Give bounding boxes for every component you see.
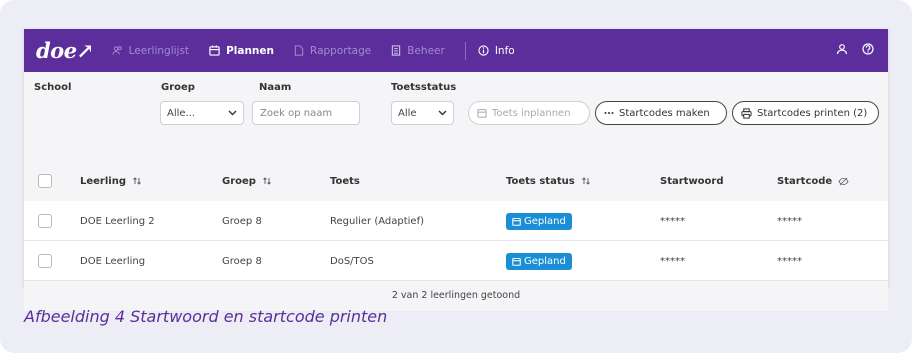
- status-badge: Gepland: [506, 252, 572, 270]
- calendar-icon: [209, 45, 220, 56]
- calendar-icon: [512, 217, 521, 226]
- status-badge: Gepland: [506, 212, 572, 230]
- printer-icon: [741, 107, 752, 119]
- naam-label: Naam: [259, 82, 292, 93]
- app-window: doe↗ Leerlinglijst Plannen Rapportage Be…: [24, 29, 888, 311]
- cell-status: Gepland: [506, 241, 572, 281]
- nav-plannen-label: Plannen: [226, 44, 274, 57]
- startcodes-printen-button[interactable]: Startcodes printen (2): [732, 101, 879, 125]
- report-icon: [294, 45, 304, 56]
- startcodes-printen-label: Startcodes printen (2): [757, 107, 868, 119]
- doe-logo[interactable]: doe↗: [36, 38, 94, 63]
- cell-startcode: *****: [777, 255, 802, 267]
- select-all-checkbox[interactable]: [38, 174, 52, 188]
- nav-leerlinglijst-label: Leerlinglijst: [128, 44, 190, 57]
- nav-divider: [464, 41, 466, 60]
- cell-leerling: DOE Leerling 2: [80, 215, 155, 227]
- toetsstatus-label: Toetsstatus: [391, 82, 457, 93]
- col-groep-label: Groep: [222, 175, 256, 187]
- calendar-icon: [512, 257, 521, 266]
- col-leerling-label: Leerling: [80, 175, 127, 187]
- nav-beheer[interactable]: Beheer: [391, 45, 445, 57]
- naam-search-placeholder: Zoek op naam: [260, 107, 333, 119]
- startcodes-maken-button[interactable]: Startcodes maken: [595, 101, 727, 125]
- col-toets-status-header[interactable]: Toets status: [506, 161, 591, 201]
- status-badge-label: Gepland: [524, 255, 566, 267]
- sort-icon: [262, 176, 272, 186]
- col-startwoord-header: Startwoord: [660, 161, 724, 201]
- col-startcode-label: Startcode: [777, 175, 833, 187]
- topbar-right-actions: [836, 29, 874, 72]
- sort-icon: [581, 176, 591, 186]
- calendar-icon: [477, 108, 487, 118]
- row-checkbox[interactable]: [38, 214, 52, 228]
- row-checkbox[interactable]: [38, 254, 52, 268]
- nav-beheer-label: Beheer: [407, 44, 445, 57]
- help-icon[interactable]: [862, 43, 874, 58]
- nav-info-label: Info: [494, 44, 515, 57]
- col-toets-status-label: Toets status: [506, 175, 575, 187]
- top-navigation-bar: doe↗ Leerlinglijst Plannen Rapportage Be…: [24, 29, 888, 72]
- eye-off-icon[interactable]: [838, 177, 849, 186]
- nav-rapportage[interactable]: Rapportage: [294, 45, 371, 57]
- col-startcode-header: Startcode: [777, 161, 849, 201]
- figure-caption: Afbeelding 4 Startwoord en startcode pri…: [24, 307, 388, 326]
- col-toets-label: Toets: [330, 175, 360, 187]
- table-row[interactable]: DOE Leerling Groep 8 DoS/TOS Gepland ***…: [24, 241, 888, 281]
- col-startwoord-label: Startwoord: [660, 175, 724, 187]
- naam-search-input[interactable]: Zoek op naam: [252, 101, 360, 125]
- col-groep-header[interactable]: Groep: [222, 161, 272, 201]
- document-frame: doe↗ Leerlinglijst Plannen Rapportage Be…: [0, 0, 912, 353]
- cell-toets: Regulier (Adaptief): [330, 215, 424, 227]
- user-icon[interactable]: [836, 43, 848, 58]
- col-leerling-header[interactable]: Leerling: [80, 161, 142, 201]
- cell-status: Gepland: [506, 201, 572, 241]
- nav-info[interactable]: Info: [478, 45, 515, 57]
- table-row[interactable]: DOE Leerling 2 Groep 8 Regulier (Adaptie…: [24, 201, 888, 241]
- sort-icon: [132, 176, 142, 186]
- cell-startwoord: *****: [660, 255, 685, 267]
- filter-bar: School Groep Naam Toetsstatus Alle... Zo…: [24, 72, 888, 161]
- cell-groep: Groep 8: [222, 215, 262, 227]
- cell-startcode: *****: [777, 215, 802, 227]
- cell-startwoord: *****: [660, 215, 685, 227]
- cell-leerling: DOE Leerling: [80, 255, 146, 267]
- status-badge-label: Gepland: [524, 215, 566, 227]
- info-icon: [478, 45, 489, 56]
- groep-label: Groep: [161, 82, 195, 93]
- groep-select[interactable]: Alle...: [160, 101, 244, 125]
- ellipsis-icon: [604, 111, 614, 115]
- startcodes-maken-label: Startcodes maken: [619, 107, 710, 119]
- manage-icon: [391, 45, 401, 56]
- toetsstatus-select-value: Alle: [398, 107, 417, 119]
- toets-inplannen-label: Toets inplannen: [492, 107, 571, 119]
- col-toets-header: Toets: [330, 161, 360, 201]
- toetsstatus-select[interactable]: Alle: [391, 101, 454, 125]
- chevron-down-icon: [228, 110, 237, 116]
- students-icon: [112, 45, 123, 56]
- chevron-down-icon: [438, 110, 447, 116]
- toets-inplannen-button[interactable]: Toets inplannen: [468, 101, 590, 125]
- groep-select-value: Alle...: [167, 107, 196, 119]
- nav-rapportage-label: Rapportage: [310, 44, 372, 57]
- table-header: Leerling Groep Toets Toets status Startw…: [24, 161, 888, 201]
- nav-leerlinglijst[interactable]: Leerlinglijst: [112, 45, 189, 57]
- nav-plannen[interactable]: Plannen: [209, 45, 274, 57]
- school-label: School: [34, 82, 72, 93]
- cell-toets: DoS/TOS: [330, 255, 374, 267]
- cell-groep: Groep 8: [222, 255, 262, 267]
